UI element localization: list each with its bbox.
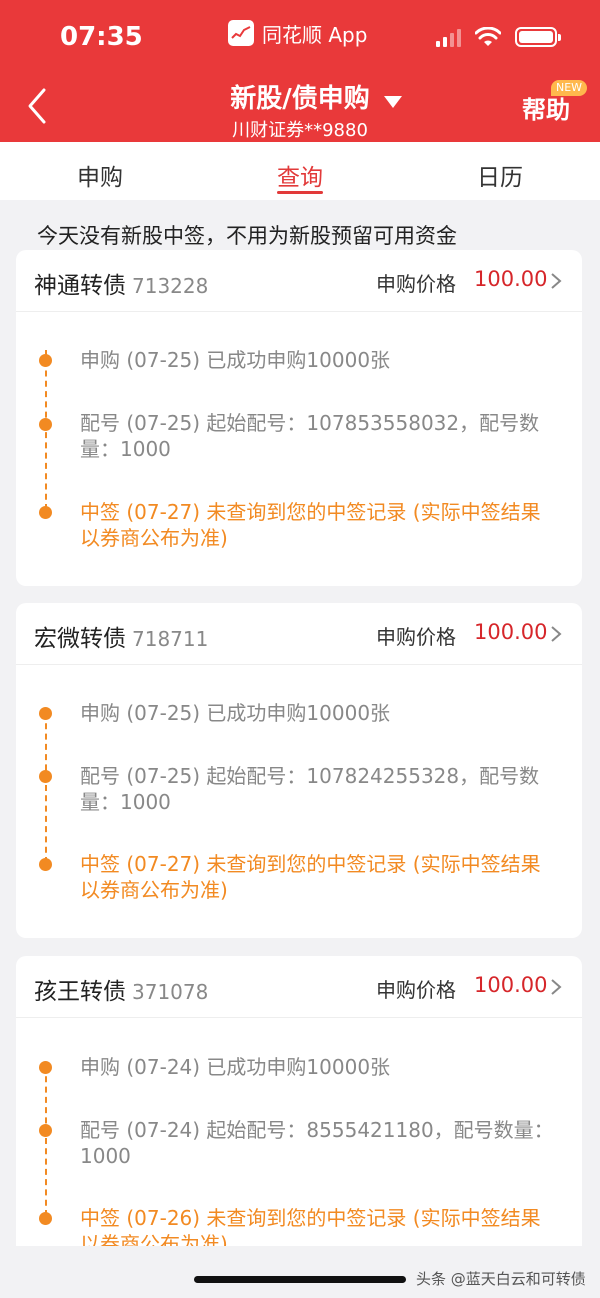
timeline-allocation: 配号 (07-25) 起始配号：107853558032，配号数量：1000 [80, 411, 540, 461]
timeline-lottery: 中签 (07-26) 未查询到您的中签记录 (实际中签结果以券商公布为准) [80, 1206, 541, 1246]
signal-icon [436, 27, 461, 47]
title-dropdown-icon[interactable] [384, 96, 402, 108]
timeline-dot [39, 707, 52, 720]
timeline-allocation: 配号 (07-24) 起始配号：8555421180，配号数量：1000 [80, 1118, 554, 1168]
wifi-icon [475, 27, 501, 46]
bond-card: 神通转债 713228 申购价格 100.00 申购 (07-25) 已成功申购1… [16, 250, 582, 586]
timeline-dot [39, 1061, 52, 1074]
timeline-lottery: 中签 (07-27) 未查询到您的中签记录 (实际中签结果以券商公布为准) [80, 852, 541, 902]
header-bar: 07:35 同花顺 App 新股/债申购 川财证券**9880 帮助 NEW [0, 0, 600, 142]
tab-bar: 申购 查询 日历 [0, 142, 600, 200]
timeline-dot [39, 770, 52, 783]
price-value: 100.00 [474, 620, 548, 644]
source-app-badge[interactable]: 同花顺 App [228, 18, 367, 48]
back-arrow-icon[interactable] [24, 86, 54, 126]
account-label: 川财证券**9880 [232, 120, 368, 141]
bond-code: 713228 [132, 274, 209, 298]
timeline-dot [39, 858, 52, 871]
page-title[interactable]: 新股/债申购 [200, 78, 400, 115]
status-icons [436, 27, 561, 47]
app-logo-icon [228, 20, 254, 46]
bond-card-header[interactable]: 神通转债 713228 申购价格 100.00 [16, 250, 582, 312]
timeline-allocation: 配号 (07-25) 起始配号：107824255328，配号数量：1000 [80, 764, 540, 814]
timeline-dot [39, 1124, 52, 1137]
tab-calendar[interactable]: 日历 [400, 142, 600, 200]
price-value: 100.00 [474, 973, 548, 997]
tab-query[interactable]: 查询 [200, 142, 400, 200]
notice-text: 今天没有新股中签，不用为新股预留可用资金 [37, 224, 457, 248]
timeline-subscribe: 申购 (07-25) 已成功申购10000张 [80, 348, 391, 372]
watermark: 头条 @蓝天白云和可转债 [416, 1270, 586, 1288]
timeline-lottery: 中签 (07-27) 未查询到您的中签记录 (实际中签结果以券商公布为准) [80, 500, 541, 550]
bond-name: 孩王转债 371078 [34, 979, 209, 1005]
bond-name: 宏微转债 718711 [34, 626, 209, 652]
timeline-dot [39, 418, 52, 431]
timeline-line [45, 1066, 47, 1216]
timeline-dot [39, 1212, 52, 1225]
chevron-right-icon[interactable] [550, 978, 562, 996]
price-label: 申购价格 [376, 625, 456, 649]
tab-subscribe[interactable]: 申购 [0, 142, 200, 200]
bond-code: 718711 [132, 627, 209, 651]
bond-card: 孩王转债 371078 申购价格 100.00 申购 (07-24) 已成功申购1… [16, 956, 582, 1246]
timeline-subscribe: 申购 (07-25) 已成功申购10000张 [80, 701, 391, 725]
bond-card-header[interactable]: 宏微转债 718711 申购价格 100.00 [16, 603, 582, 665]
bond-card: 宏微转债 718711 申购价格 100.00 申购 (07-25) 已成功申购1… [16, 603, 582, 938]
timeline-dot [39, 354, 52, 367]
timeline-subscribe: 申购 (07-24) 已成功申购10000张 [80, 1055, 391, 1079]
bond-code: 371078 [132, 980, 209, 1004]
home-indicator[interactable] [194, 1276, 406, 1283]
source-app-name: 同花顺 App [262, 22, 368, 47]
bond-name: 神通转债 713228 [34, 273, 209, 299]
price-label: 申购价格 [376, 272, 456, 296]
chevron-right-icon[interactable] [550, 272, 562, 290]
timeline-line [45, 713, 47, 863]
battery-icon [515, 27, 561, 47]
new-badge: NEW [551, 80, 588, 96]
price-label: 申购价格 [376, 978, 456, 1002]
chevron-right-icon[interactable] [550, 625, 562, 643]
timeline-dot [39, 506, 52, 519]
bond-card-header[interactable]: 孩王转债 371078 申购价格 100.00 [16, 956, 582, 1018]
status-time: 07:35 [60, 22, 143, 52]
price-value: 100.00 [474, 267, 548, 291]
